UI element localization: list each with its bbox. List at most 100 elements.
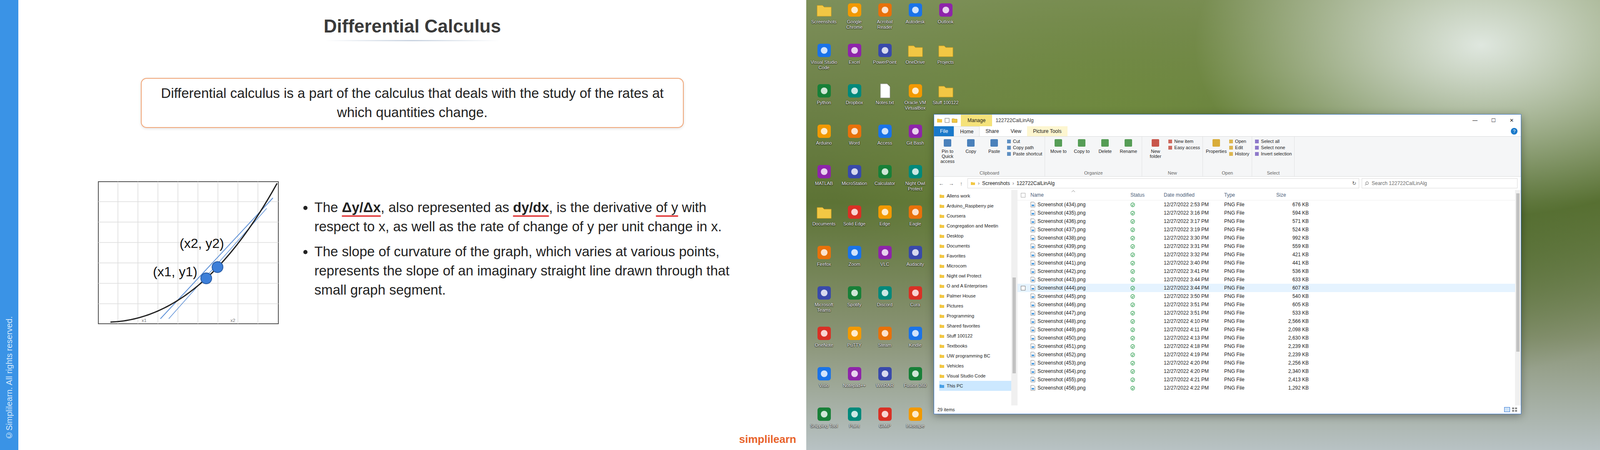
row-checkbox[interactable]	[1020, 302, 1026, 308]
window-control-button[interactable]: —	[1465, 114, 1485, 127]
ribbon-button[interactable]: Delete	[1094, 137, 1116, 171]
desktop-icon[interactable]: Excel	[839, 42, 870, 83]
file-row[interactable]: Screenshot (448).png 12/27/2022 4:10 PM …	[1017, 317, 1515, 326]
ribbon-button[interactable]: Copy	[960, 137, 982, 171]
row-checkbox[interactable]	[1020, 285, 1026, 291]
ribbon-button[interactable]: Move to	[1047, 137, 1070, 171]
ribbon-button[interactable]: Cut	[1006, 138, 1043, 144]
desktop-icon[interactable]: Edge	[869, 203, 900, 245]
navigation-item[interactable]: Congregation and Meetin	[939, 220, 1012, 231]
navigation-item[interactable]: Stuff 100122	[939, 330, 1012, 341]
desktop-icon[interactable]: Firefox	[808, 244, 840, 285]
navigation-item[interactable]: Documents	[939, 240, 1012, 251]
column-header[interactable]: Date modified	[1161, 192, 1222, 198]
row-checkbox[interactable]	[1020, 202, 1026, 208]
desktop-icon[interactable]: Word	[839, 122, 870, 164]
row-checkbox[interactable]	[1020, 235, 1026, 241]
file-row[interactable]: Screenshot (454).png 12/27/2022 4:20 PM …	[1017, 367, 1515, 376]
desktop-icon[interactable]: Notepad++	[839, 365, 870, 406]
file-row[interactable]: Screenshot (435).png 12/27/2022 3:16 PM …	[1017, 208, 1515, 218]
file-row[interactable]: Screenshot (442).png 12/27/2022 3:41 PM …	[1017, 267, 1515, 276]
ribbon-button[interactable]: Paste	[983, 137, 1005, 171]
navigation-item[interactable]: Arduino_Raspberry pie	[939, 200, 1012, 211]
desktop-icon[interactable]: Inkscape	[900, 405, 931, 447]
file-row[interactable]: Screenshot (436).png 12/27/2022 3:17 PM …	[1017, 217, 1515, 226]
file-row[interactable]: Screenshot (434).png 12/27/2022 2:53 PM …	[1017, 200, 1515, 209]
file-row[interactable]: Screenshot (437).png 12/27/2022 3:19 PM …	[1017, 225, 1515, 234]
window-control-button[interactable]: ✕	[1502, 114, 1521, 127]
column-header[interactable]: Size	[1273, 192, 1312, 198]
row-checkbox[interactable]	[1020, 377, 1026, 383]
file-row[interactable]: Screenshot (439).png 12/27/2022 3:31 PM …	[1017, 242, 1515, 251]
manage-context-tab[interactable]: Manage	[960, 114, 993, 127]
file-row[interactable]: Screenshot (449).png 12/27/2022 4:11 PM …	[1017, 325, 1515, 334]
desktop-icon[interactable]: GIMP	[869, 405, 900, 447]
desktop-icon[interactable]: Kindle	[900, 325, 931, 366]
details-view-icon[interactable]	[1504, 407, 1510, 413]
row-checkbox[interactable]	[1020, 310, 1026, 316]
file-row[interactable]: Screenshot (445).png 12/27/2022 3:50 PM …	[1017, 292, 1515, 301]
help-button[interactable]: ?	[1510, 127, 1518, 135]
navigation-item[interactable]: Visual Studio Code	[939, 370, 1012, 381]
desktop-icon[interactable]: MATLAB	[808, 163, 840, 204]
desktop-icon[interactable]: Notes.txt	[869, 82, 900, 123]
row-checkbox[interactable]	[1020, 244, 1026, 249]
scrollbar[interactable]	[1011, 190, 1018, 406]
navigation-button[interactable]: ←	[937, 180, 945, 187]
ribbon-button[interactable]: Copy to	[1070, 137, 1093, 171]
properties-icon[interactable]	[944, 117, 950, 124]
navigation-item[interactable]: Favorites	[939, 250, 1012, 261]
desktop-icon[interactable]: MicroStation	[839, 163, 870, 204]
ribbon-button[interactable]: Rename	[1117, 137, 1140, 171]
search-box[interactable]: Search 122722CalLinAlg	[1361, 178, 1518, 189]
navigation-button[interactable]: ↑	[957, 180, 965, 187]
row-checkbox[interactable]	[1020, 210, 1026, 216]
ribbon-tab[interactable]: Picture Tools	[1027, 126, 1068, 137]
ribbon-tab[interactable]: View	[1004, 126, 1028, 137]
row-checkbox[interactable]	[1020, 319, 1026, 324]
row-checkbox[interactable]	[1020, 360, 1026, 366]
navigation-item[interactable]: Textbooks	[939, 340, 1012, 351]
navigation-item[interactable]: This PC	[939, 380, 1012, 391]
desktop-icon[interactable]: Python	[808, 82, 840, 123]
navigation-item[interactable]: Shared favorites	[939, 320, 1012, 331]
row-checkbox[interactable]	[1020, 385, 1026, 391]
row-checkbox[interactable]	[1020, 269, 1026, 274]
path-crumb[interactable]: 122722CalLinAlg	[1016, 180, 1055, 187]
window-control-button[interactable]: ☐	[1484, 114, 1503, 127]
desktop-icon[interactable]: Projects	[930, 42, 961, 83]
file-row[interactable]: Screenshot (441).png 12/27/2022 3:40 PM …	[1017, 258, 1515, 268]
desktop-icon[interactable]: Git Bash	[900, 122, 931, 164]
row-checkbox[interactable]	[1020, 352, 1026, 358]
desktop-icon[interactable]: Audacity	[900, 244, 931, 285]
column-header[interactable]: Type	[1221, 192, 1274, 198]
row-checkbox[interactable]	[1020, 252, 1026, 258]
desktop-icon[interactable]: Fusion 360	[900, 365, 931, 406]
file-row[interactable]: Screenshot (452).png 12/27/2022 4:19 PM …	[1017, 350, 1515, 359]
row-checkbox[interactable]	[1020, 277, 1026, 283]
desktop-icon[interactable]: VLC	[869, 244, 900, 285]
file-row[interactable]: Screenshot (455).png 12/27/2022 4:21 PM …	[1017, 375, 1515, 384]
navigation-button[interactable]: →	[947, 180, 955, 187]
desktop-icon[interactable]: Zoom	[839, 244, 870, 285]
navigation-item[interactable]: Coursera	[939, 210, 1012, 221]
ribbon-button[interactable]: New item	[1167, 138, 1200, 144]
file-row[interactable]: Screenshot (440).png 12/27/2022 3:32 PM …	[1017, 250, 1515, 259]
ribbon-button[interactable]: Select all	[1254, 138, 1292, 144]
path-crumb[interactable]: Screenshots	[982, 180, 1010, 187]
desktop-icon[interactable]: Calculator	[869, 163, 900, 204]
desktop-icon[interactable]: Outlook	[930, 1, 961, 43]
file-row[interactable]: Screenshot (446).png 12/27/2022 3:51 PM …	[1017, 300, 1515, 309]
navigation-item[interactable]: Allens work	[939, 190, 1012, 201]
file-row[interactable]: Screenshot (438).png 12/27/2022 3:30 PM …	[1017, 233, 1515, 243]
desktop-icon[interactable]: PuTTY	[839, 325, 870, 366]
refresh-button[interactable]: ↻	[1352, 180, 1357, 187]
desktop-icon[interactable]: Arduino	[808, 122, 840, 164]
ribbon-button[interactable]: History	[1228, 151, 1250, 157]
file-row[interactable]: Screenshot (451).png 12/27/2022 4:18 PM …	[1017, 342, 1515, 351]
desktop-icon[interactable]: Visio	[808, 365, 840, 406]
ribbon-button[interactable]: Open	[1228, 138, 1250, 144]
address-bar[interactable]: › Screenshots› 122722CalLinAlg ↻	[967, 178, 1360, 189]
ribbon-button[interactable]: Copy path	[1006, 145, 1043, 150]
row-checkbox[interactable]	[1020, 227, 1026, 233]
